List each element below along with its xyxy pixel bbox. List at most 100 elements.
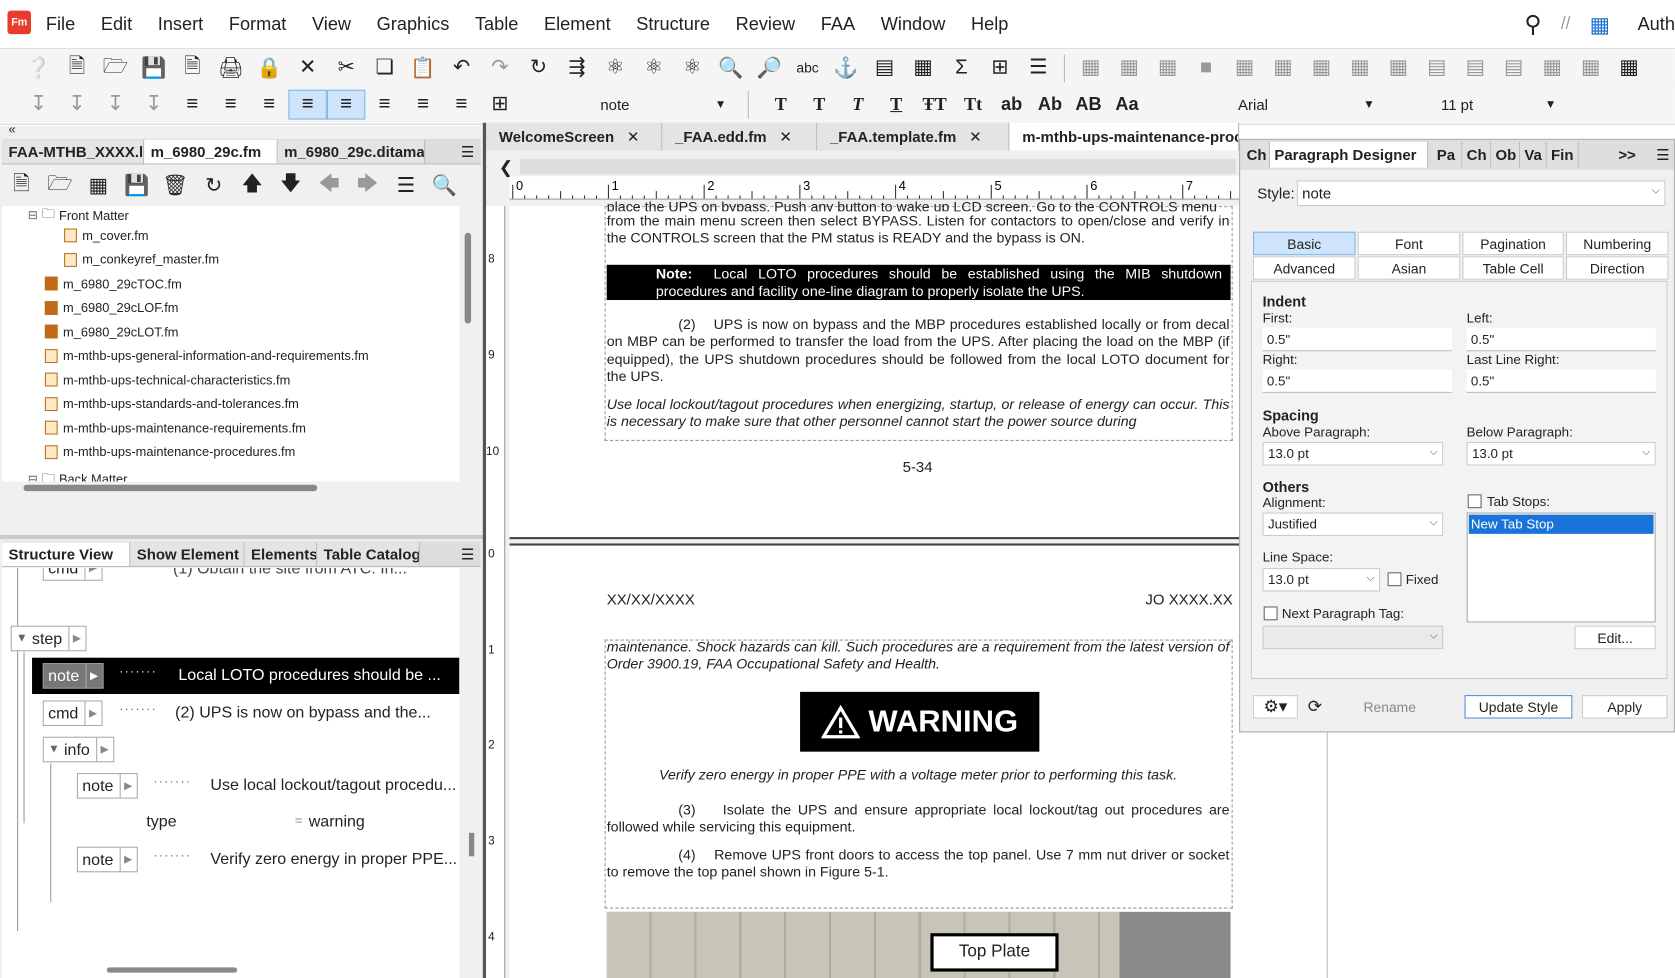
search-icon[interactable]: ⚲ xyxy=(1524,11,1541,39)
line-space-select[interactable]: 13.0 pt ⌵ xyxy=(1262,568,1381,592)
justify-all-icon[interactable]: ≡ xyxy=(326,89,366,120)
menu-item[interactable]: FAA xyxy=(821,14,855,35)
update-style-button[interactable]: Update Style xyxy=(1464,695,1573,719)
scroll-left-icon[interactable]: ❮ xyxy=(499,157,513,178)
book-file-item[interactable]: ⊟ 🗀 Back Matter xyxy=(28,468,128,481)
subtab-direction[interactable]: Direction xyxy=(1565,256,1669,280)
trash-icon[interactable]: 🗑 xyxy=(156,171,194,201)
justify-icon[interactable]: ≡ xyxy=(288,89,327,120)
list-icon[interactable]: ☰ xyxy=(387,171,425,201)
right-indent-field[interactable]: 0.5" xyxy=(1262,369,1452,393)
scrollbar-horizontal[interactable] xyxy=(23,484,318,492)
table-tool-icon[interactable]: ▤ xyxy=(1456,53,1494,83)
panel-menu-icon[interactable]: ☰ xyxy=(461,143,474,161)
demote-icon[interactable]: ↧ xyxy=(58,89,96,119)
align-center-icon[interactable]: ≡ xyxy=(212,89,250,119)
char-format-button[interactable]: Aa xyxy=(1108,93,1146,114)
table-tool-icon[interactable]: ▦ xyxy=(1264,53,1302,83)
struct-node-note[interactable]: note ▶ xyxy=(76,773,138,799)
menu-item[interactable]: Edit xyxy=(101,14,132,35)
menu-item[interactable]: Table xyxy=(475,14,518,35)
subtab-numbering[interactable]: Numbering xyxy=(1565,231,1669,256)
book-file-item[interactable]: m_6980_29cLOT.fm xyxy=(44,324,179,339)
struct-node-note-selected[interactable]: note ▶ xyxy=(42,663,104,689)
line-spacing-icon[interactable]: ≡ xyxy=(442,89,480,119)
book-file-item[interactable]: m-mthb-ups-standards-and-tolerances.fm xyxy=(44,396,299,411)
char-format-button[interactable]: T xyxy=(762,93,800,114)
save-book-icon[interactable]: 💾 xyxy=(118,171,156,201)
add-folder-icon[interactable]: 🗁 xyxy=(41,171,79,201)
menu-item[interactable]: Window xyxy=(881,14,946,35)
collapse-icon[interactable]: ⊟ xyxy=(28,472,38,482)
panel-menu-icon[interactable]: ☰ xyxy=(461,546,474,564)
insert-row-icon[interactable]: ⊞ xyxy=(981,53,1019,83)
refresh-icon[interactable]: ⟳ xyxy=(1302,695,1328,718)
book-file-item[interactable]: ⊟ 🗀 Front Matter xyxy=(28,206,129,226)
undo-icon[interactable]: ↶ xyxy=(442,53,480,83)
struct-node-cmd[interactable]: cmd ▶ xyxy=(42,568,103,581)
struct-node-info[interactable]: ▼ info ▶ xyxy=(42,736,115,763)
table-tool-icon[interactable]: ▦ xyxy=(1533,53,1571,83)
doc-tab[interactable]: _FAA.edd.fm ✕ xyxy=(662,122,818,151)
char-format-button[interactable]: Ab xyxy=(1031,93,1069,114)
tab-table-catalog[interactable]: Table Catalog xyxy=(317,541,420,566)
align-right-icon[interactable]: ≡ xyxy=(250,89,288,119)
tab-find[interactable]: Fin xyxy=(1546,142,1579,168)
find-replace-icon[interactable]: 🔍 xyxy=(711,53,749,83)
struct-node-cmd[interactable]: cmd ▶ xyxy=(42,700,103,727)
tab-stops-checkbox[interactable] xyxy=(1467,494,1482,509)
table-tool-icon[interactable]: ▦ xyxy=(1571,53,1609,83)
doc-tab-active[interactable]: m-mthb-ups-maintenance-procedures.fm xyxy=(1009,122,1240,151)
table-tool-icon[interactable]: ■ xyxy=(1187,53,1225,83)
demote-icon[interactable]: 🡄 xyxy=(310,171,348,201)
doc-tab[interactable]: WelcomeScreen ✕ xyxy=(486,122,663,151)
move-icon[interactable]: ↧ xyxy=(135,89,173,119)
next-paragraph-select[interactable]: ⌵ xyxy=(1262,625,1444,650)
close-icon[interactable]: ✕ xyxy=(969,128,982,146)
menu-item[interactable]: View xyxy=(312,14,351,35)
menu-item[interactable]: Element xyxy=(544,14,611,35)
menu-item[interactable]: Insert xyxy=(158,14,203,35)
help-icon[interactable]: ❔ xyxy=(19,53,57,83)
more-tabs-icon[interactable]: >> xyxy=(1614,142,1642,168)
paragraph-tag-select[interactable]: note ▼ xyxy=(594,90,733,118)
close-icon[interactable]: ✕ xyxy=(627,128,640,146)
left-indent-field[interactable]: 0.5" xyxy=(1466,327,1656,352)
update-book-icon[interactable]: ↻ xyxy=(194,171,232,201)
menu-item[interactable]: Format xyxy=(229,14,287,35)
gear-icon[interactable]: ⚙▾ xyxy=(1252,695,1298,719)
save-as-icon[interactable]: 🗎 xyxy=(173,53,211,83)
collapse-panel-icon[interactable]: « xyxy=(9,122,16,137)
char-format-button[interactable]: AB xyxy=(1069,93,1107,114)
anchor-icon[interactable]: ⚓ xyxy=(827,53,865,83)
book-file-item[interactable]: m-mthb-ups-general-information-and-requi… xyxy=(44,348,369,363)
wrap-element-icon[interactable]: ⚛ xyxy=(635,53,673,83)
open-folder-icon[interactable]: 🗁 xyxy=(96,53,134,83)
print-icon[interactable]: 🖨 xyxy=(212,53,250,83)
edit-button[interactable]: Edit... xyxy=(1574,625,1656,650)
tab-va[interactable]: Va xyxy=(1520,142,1547,168)
tab-character[interactable]: Ch xyxy=(1242,142,1271,168)
new-file-icon[interactable]: 🗎 xyxy=(58,53,96,83)
tab-ch[interactable]: Ch xyxy=(1462,142,1492,168)
next-paragraph-checkbox[interactable] xyxy=(1263,606,1278,621)
numbered-list-icon[interactable]: ☰ xyxy=(1019,53,1057,83)
text-frame-icon[interactable]: ▤ xyxy=(865,53,903,83)
table-icon[interactable]: ▦ xyxy=(904,53,942,83)
panel-menu-icon[interactable]: ☰ xyxy=(1656,146,1669,164)
tab-map-fm[interactable]: m_6980_29c.fm xyxy=(144,139,278,163)
collapse-icon[interactable]: ▼ xyxy=(48,743,60,756)
search-book-icon[interactable]: 🔍 xyxy=(425,171,463,201)
tab-structure-view[interactable]: Structure View xyxy=(2,541,131,566)
collapse-icon[interactable]: ⊟ xyxy=(28,208,38,222)
repeat-icon[interactable]: ↻ xyxy=(519,53,557,83)
line-spacing-icon[interactable]: ≡ xyxy=(365,89,403,119)
line-spacing-icon[interactable]: ≡ xyxy=(404,89,442,119)
variable-icon[interactable]: Σ xyxy=(942,53,980,83)
insert-element-icon[interactable]: ⚛ xyxy=(596,53,634,83)
move-down-icon[interactable]: ↧ xyxy=(96,89,134,119)
table-tool-icon[interactable]: ▦ xyxy=(1110,53,1148,83)
menu-item[interactable]: Structure xyxy=(636,14,710,35)
table-tool-icon[interactable]: ▦ xyxy=(1341,53,1379,83)
spell-check-icon[interactable]: abc xyxy=(788,53,826,83)
